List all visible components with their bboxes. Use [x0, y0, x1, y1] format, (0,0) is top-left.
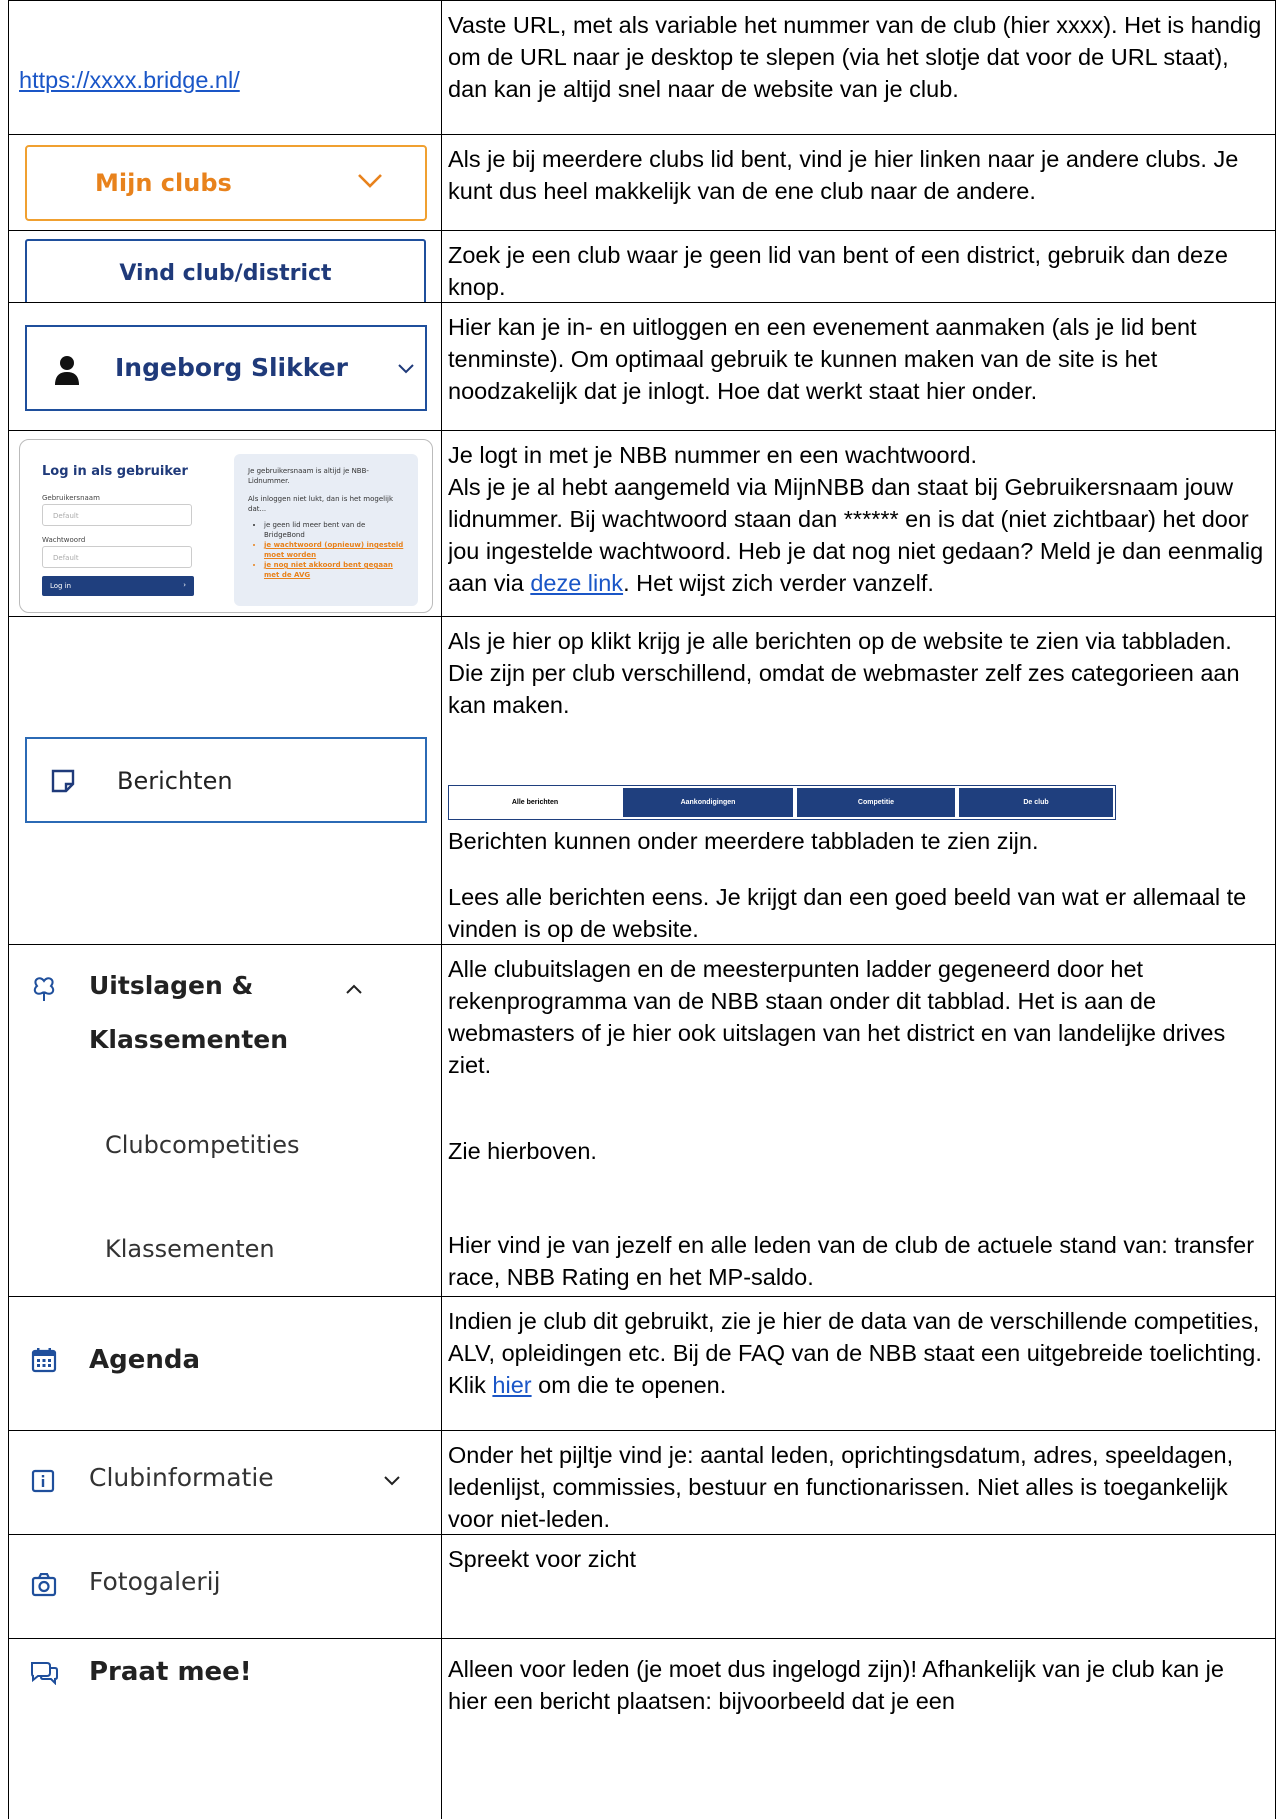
table-row: Fotogalerij Spreekt voor zicht — [8, 1534, 1276, 1639]
table-row: Praat mee! Alleen voor leden (je moet du… — [8, 1638, 1276, 1819]
berichten-button[interactable]: Berichten — [25, 737, 427, 823]
row-description: Lees alle berichten eens. Je krijgt dan … — [448, 884, 1247, 942]
camera-icon — [31, 1573, 57, 1597]
info-icon — [31, 1469, 55, 1493]
table-row: Agenda Indien je club dit gebruikt, zie … — [8, 1296, 1276, 1431]
info-intro: Je gebruikersnaam is altijd je NBB-Lidnu… — [248, 467, 369, 485]
chevron-down-icon — [398, 364, 414, 374]
tab-aankondigingen[interactable]: Aankondigingen — [623, 788, 793, 817]
text-span: om die te openen. — [531, 1372, 727, 1398]
row-description: Vaste URL, met als variable het nummer v… — [448, 12, 1262, 102]
clover-icon — [33, 977, 55, 1001]
row-description: Zie hierboven. — [448, 1138, 597, 1164]
berichten-label: Berichten — [117, 767, 233, 795]
row-description: Spreekt voor zicht — [448, 1546, 637, 1572]
user-icon — [55, 356, 79, 385]
nav-praat-mee[interactable]: Praat mee! — [89, 1657, 252, 1687]
info-fail: Als inloggen niet lukt, dan is het mogel… — [248, 495, 394, 513]
vind-club-button[interactable]: Vind club/district — [25, 239, 426, 303]
calendar-icon — [31, 1348, 57, 1373]
row-description: Hier kan je in- en uitloggen en een even… — [448, 314, 1197, 404]
table-row: Mijn clubs Als je bij meerdere clubs lid… — [8, 134, 1276, 231]
row-description: Als je je al hebt aangemeld via MijnNBB … — [448, 471, 1265, 599]
username-input[interactable]: Default — [42, 504, 192, 526]
faq-link[interactable]: hier — [492, 1372, 531, 1398]
row-description: Indien je club dit gebruikt, zie je hier… — [448, 1305, 1265, 1401]
login-heading: Log in als gebruiker — [42, 464, 188, 479]
row-description: Je logt in met je NBB nummer en een wach… — [448, 442, 978, 468]
row-description: Alle clubuitslagen en de meesterpunten l… — [448, 956, 1226, 1078]
row-description: Hier vind je van jezelf en alle leden va… — [448, 1232, 1255, 1290]
info-bullet: je geen lid meer bent van de BridgeBond — [264, 520, 404, 540]
club-url-link[interactable]: https://xxxx.bridge.nl/ — [19, 67, 240, 94]
nav-klassementen-title[interactable]: Klassementen — [89, 1025, 288, 1054]
login-form-screenshot: Log in als gebruiker Gebruikersnaam Defa… — [19, 439, 433, 613]
table-row: Vind club/district Zoek je een club waar… — [8, 230, 1276, 303]
register-link[interactable]: deze link — [530, 570, 623, 596]
nav-agenda[interactable]: Agenda — [89, 1345, 200, 1375]
login-button-label: Log in — [50, 582, 72, 590]
row-description: Als je bij meerdere clubs lid bent, vind… — [448, 146, 1239, 204]
nav-clubinformatie[interactable]: Clubinformatie — [89, 1463, 274, 1492]
row-description: Berichten kunnen onder meerdere tabblade… — [448, 828, 1039, 854]
tab-alle-berichten[interactable]: Alle berichten — [451, 788, 619, 817]
mijn-clubs-button[interactable]: Mijn clubs — [25, 145, 427, 221]
nav-clubcompetities[interactable]: Clubcompetities — [105, 1131, 300, 1159]
row-description: Onder het pijltje vind je: aantal leden,… — [448, 1442, 1234, 1532]
table-row: https://xxxx.bridge.nl/ Vaste URL, met a… — [8, 0, 1276, 135]
info-bullet-link[interactable]: je wachtwoord (opnieuw) ingesteld moet w… — [264, 540, 404, 560]
table-row: Berichten Als je hier op klikt krijg je … — [8, 616, 1276, 945]
row-description: Zoek je een club waar je geen lid van be… — [448, 242, 1228, 300]
info-bullet-link[interactable]: je nog niet akkoord bent gegaan met de A… — [264, 560, 404, 580]
chevron-right-icon: › — [183, 581, 186, 589]
row-description: Als je hier op klikt krijg je alle beric… — [448, 628, 1240, 718]
table-row: Ingeborg Slikker Hier kan je in- en uitl… — [8, 302, 1276, 431]
login-info-panel: Je gebruikersnaam is altijd je NBB-Lidnu… — [234, 454, 418, 606]
nav-klassementen[interactable]: Klassementen — [105, 1235, 275, 1263]
password-input[interactable]: Default — [42, 546, 192, 568]
nav-uitslagen-title[interactable]: Uitslagen & — [89, 971, 253, 1000]
chevron-down-icon[interactable] — [383, 1475, 401, 1487]
chat-icon — [31, 1662, 58, 1685]
login-button[interactable]: Log in › — [42, 576, 194, 596]
row-description: Alleen voor leden (je moet dus ingelogd … — [448, 1656, 1224, 1714]
text-span: . Het wijst zich verder vanzelf. — [623, 570, 934, 596]
table-row: Clubinformatie Onder het pijltje vind je… — [8, 1430, 1276, 1535]
table-row: Uitslagen & Klassementen Clubcompetities… — [8, 944, 1276, 1297]
info-list: je geen lid meer bent van de BridgeBond … — [248, 520, 404, 580]
user-name: Ingeborg Slikker — [115, 353, 348, 382]
user-menu-button[interactable]: Ingeborg Slikker — [25, 325, 427, 411]
mijn-clubs-label: Mijn clubs — [95, 169, 232, 197]
table-row: Log in als gebruiker Gebruikersnaam Defa… — [8, 430, 1276, 617]
note-icon — [51, 769, 75, 793]
username-label: Gebruikersnaam — [42, 494, 100, 502]
berichten-tabs: Alle berichten Aankondigingen Competitie… — [448, 785, 1116, 820]
nav-fotogalerij[interactable]: Fotogalerij — [89, 1567, 221, 1596]
chevron-up-icon[interactable] — [345, 983, 363, 995]
tab-competitie[interactable]: Competitie — [797, 788, 955, 817]
vind-club-label: Vind club/district — [119, 261, 332, 286]
chevron-down-icon — [358, 174, 382, 188]
tab-de-club[interactable]: De club — [959, 788, 1113, 817]
password-label: Wachtwoord — [42, 536, 86, 544]
